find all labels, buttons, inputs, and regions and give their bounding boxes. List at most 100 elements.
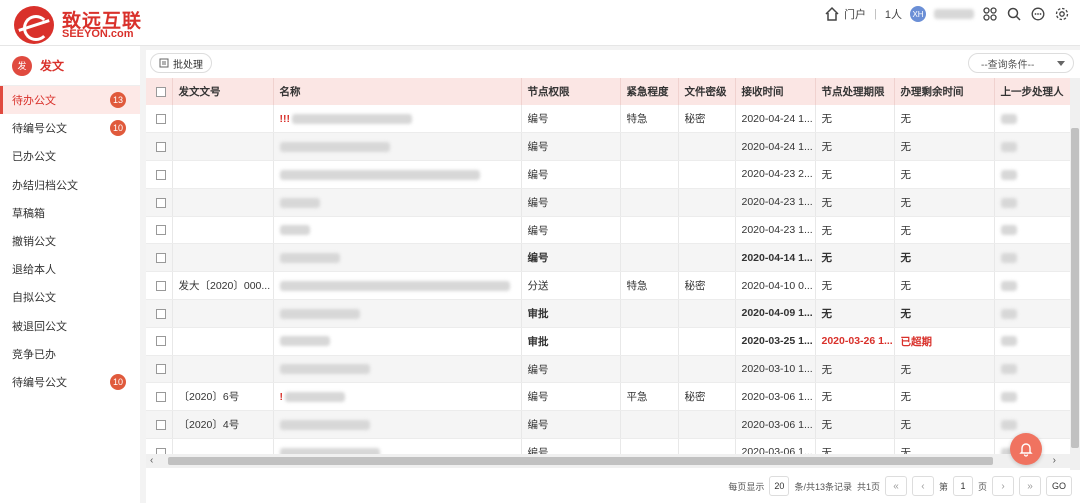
apps-grid-icon[interactable]	[982, 6, 998, 22]
table-row[interactable]: 〔2020〕4号 编号 2020-03-06 1... 无无	[146, 410, 1080, 440]
cell-name[interactable]	[273, 410, 522, 440]
portal-link[interactable]: 门户	[824, 6, 866, 22]
row-checkbox-cell[interactable]	[146, 410, 173, 440]
row-checkbox[interactable]	[156, 364, 166, 375]
row-checkbox-cell[interactable]	[146, 105, 173, 134]
table-row[interactable]: 发大〔2020〕000... 分送 特急 秘密 2020-04-10 0... 无无	[146, 271, 1080, 301]
row-checkbox-cell[interactable]	[146, 216, 173, 245]
last-page-button[interactable]: »	[1019, 476, 1041, 496]
sidebar-item[interactable]: 草稿箱	[0, 199, 140, 227]
row-checkbox-cell[interactable]	[146, 438, 173, 454]
cell-name[interactable]	[273, 271, 522, 301]
batch-process-button[interactable]: 批处理	[150, 53, 212, 73]
table-row[interactable]: 审批 2020-03-25 1... 2020-03-26 1... 已超期	[146, 327, 1080, 356]
row-checkbox[interactable]	[156, 141, 166, 152]
sidebar-item[interactable]: 撤销公文	[0, 227, 140, 255]
row-checkbox[interactable]	[156, 253, 166, 264]
next-page-button[interactable]: ›	[992, 476, 1014, 496]
table-row[interactable]: 〔2020〕6号! 编号 平急 秘密 2020-03-06 1... 无无	[146, 382, 1080, 412]
col-header-doc-no[interactable]: 发文文号	[172, 78, 274, 105]
horizontal-scrollbar-thumb[interactable]	[168, 457, 993, 465]
table-row[interactable]: 审批 2020-04-09 1... 无无	[146, 299, 1080, 328]
row-checkbox[interactable]	[156, 308, 166, 319]
row-checkbox[interactable]	[156, 225, 166, 236]
cell-name[interactable]	[273, 243, 522, 273]
col-header-receive-time[interactable]: 接收时间	[735, 78, 816, 105]
row-checkbox-cell[interactable]	[146, 355, 173, 384]
cell-name[interactable]	[273, 132, 522, 162]
vertical-scrollbar-thumb[interactable]	[1071, 128, 1079, 448]
col-header-urgency[interactable]: 紧急程度	[620, 78, 679, 105]
table-row[interactable]: !!! 编号 特急 秘密 2020-04-24 1... 无无	[146, 105, 1080, 134]
username-redacted[interactable]	[934, 9, 974, 19]
notification-bell-button[interactable]	[1010, 433, 1042, 465]
cell-name[interactable]	[273, 327, 522, 356]
avatar[interactable]: XH	[910, 6, 926, 22]
table-row[interactable]: 编号 2020-03-10 1... 无无	[146, 355, 1080, 384]
horizontal-scrollbar[interactable]: ‹ ›	[146, 454, 1070, 468]
sidebar-item[interactable]: 自拟公文	[0, 283, 140, 311]
first-page-button[interactable]: «	[884, 476, 907, 496]
table-row[interactable]: 编号 2020-04-23 1... 无无	[146, 216, 1080, 245]
table-row[interactable]: 编号 2020-03-06 1... 无无	[146, 438, 1080, 454]
cell-name[interactable]: !	[273, 382, 522, 412]
cell-name[interactable]	[273, 216, 522, 245]
row-checkbox-cell[interactable]	[146, 327, 173, 356]
sidebar-item[interactable]: 退给本人	[0, 255, 140, 283]
row-checkbox[interactable]	[156, 392, 166, 403]
cell-name[interactable]	[273, 188, 522, 217]
scroll-left-icon[interactable]: ‹	[150, 454, 153, 468]
row-checkbox-cell[interactable]	[146, 188, 173, 217]
cell-urgency	[620, 188, 679, 217]
sidebar-item[interactable]: 竞争已办	[0, 340, 140, 368]
cell-name[interactable]	[273, 438, 522, 454]
row-checkbox-cell[interactable]	[146, 382, 173, 412]
sidebar-item[interactable]: 被退回公文	[0, 312, 140, 340]
table-row[interactable]: 编号 2020-04-14 1... 无无	[146, 243, 1080, 273]
row-checkbox-cell[interactable]	[146, 132, 173, 162]
seeyon-logo[interactable]: 致远互联 SEEYON.com	[14, 4, 144, 44]
row-checkbox[interactable]	[156, 113, 166, 124]
sidebar-header[interactable]: 发 发文	[0, 46, 140, 86]
table-row[interactable]: 编号 2020-04-23 2... 无无	[146, 160, 1080, 189]
message-icon[interactable]	[1030, 6, 1046, 22]
per-page-input[interactable]: 20	[769, 476, 790, 496]
cell-name[interactable]	[273, 299, 522, 328]
col-header-remaining-time[interactable]: 办理剩余时间	[894, 78, 995, 105]
cell-name[interactable]	[273, 355, 522, 384]
cell-remaining-time: 无	[894, 355, 995, 384]
sidebar-item[interactable]: 待编号公文 10	[0, 114, 140, 142]
row-checkbox-cell[interactable]	[146, 299, 173, 328]
row-checkbox[interactable]	[156, 197, 166, 208]
cell-name[interactable]	[273, 160, 522, 189]
row-checkbox-cell[interactable]	[146, 160, 173, 189]
row-checkbox[interactable]	[156, 336, 166, 347]
row-checkbox-cell[interactable]	[146, 271, 173, 301]
query-condition-select[interactable]: --查询条件--	[968, 53, 1074, 73]
col-header-name[interactable]: 名称	[273, 78, 522, 105]
row-checkbox-cell[interactable]	[146, 243, 173, 273]
go-button[interactable]: GO	[1046, 476, 1072, 496]
cell-name[interactable]: !!!	[273, 105, 522, 134]
page-number-input[interactable]: 1	[952, 476, 973, 496]
col-header-deadline[interactable]: 节点处理期限	[815, 78, 895, 105]
table-row[interactable]: 编号 2020-04-23 1... 无无	[146, 188, 1080, 217]
col-header-previous-handler[interactable]: 上一步处理人	[994, 78, 1080, 105]
scroll-right-icon[interactable]: ›	[1053, 454, 1056, 468]
row-checkbox[interactable]	[156, 280, 166, 291]
prev-page-button[interactable]: ‹	[911, 476, 934, 496]
settings-icon[interactable]	[1054, 6, 1070, 22]
table-row[interactable]: 编号 2020-04-24 1... 无无	[146, 132, 1080, 162]
col-header-permission[interactable]: 节点权限	[521, 78, 621, 105]
vertical-scrollbar[interactable]	[1070, 78, 1080, 470]
sidebar-item[interactable]: 已办公文	[0, 142, 140, 170]
select-all-checkbox-cell[interactable]	[146, 78, 173, 105]
sidebar-item[interactable]: 待编号公文 10	[0, 368, 140, 396]
sidebar-item[interactable]: 待办公文 13	[0, 86, 140, 115]
search-icon[interactable]	[1006, 6, 1022, 22]
sidebar-item[interactable]: 办结归档公文	[0, 171, 140, 199]
col-header-secret-level[interactable]: 文件密级	[678, 78, 736, 105]
row-checkbox[interactable]	[156, 419, 166, 430]
select-all-checkbox[interactable]	[156, 86, 166, 97]
row-checkbox[interactable]	[156, 169, 166, 180]
